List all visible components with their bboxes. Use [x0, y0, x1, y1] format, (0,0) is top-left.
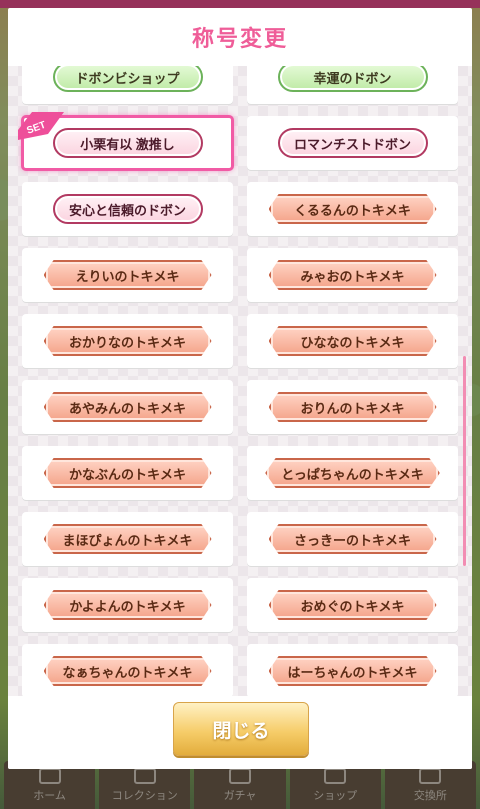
title-cell[interactable]: ドボンビショップ: [22, 66, 233, 104]
title-cell[interactable]: まほぴょんのトキメキ: [22, 512, 233, 566]
title-cell[interactable]: SET 小栗有以 激推し: [18, 112, 234, 171]
title-badge: ドボンビショップ: [52, 66, 203, 92]
title-cell[interactable]: ロマンチストドボン: [247, 116, 458, 170]
title-cell[interactable]: かなぶんのトキメキ: [22, 446, 233, 500]
title-badge: さっきーのトキメキ: [268, 524, 437, 554]
title-badge: 安心と信頼のドボン: [52, 194, 203, 224]
title-badge: おかりなのトキメキ: [43, 326, 212, 356]
title-cell[interactable]: あやみんのトキメキ: [22, 380, 233, 434]
title-cell[interactable]: かよよんのトキメキ: [22, 578, 233, 632]
title-badge: ロマンチストドボン: [277, 128, 428, 158]
title-badge: かよよんのトキメキ: [43, 590, 212, 620]
title-badge: とっぱちゃんのトキメキ: [265, 458, 440, 488]
title-cell[interactable]: なぁちゃんのトキメキ: [22, 644, 233, 696]
title-cell[interactable]: 幸運のドボン: [247, 66, 458, 104]
dialog-footer: 閉じる: [8, 696, 472, 769]
title-badge: みゃおのトキメキ: [268, 260, 437, 290]
title-cell[interactable]: 安心と信頼のドボン: [22, 182, 233, 236]
title-badge: まほぴょんのトキメキ: [43, 524, 212, 554]
dialog-title: 称号変更: [191, 26, 288, 51]
title-badge: なぁちゃんのトキメキ: [43, 656, 212, 686]
title-badge: おめぐのトキメキ: [268, 590, 437, 620]
title-badge: おりんのトキメキ: [268, 392, 437, 422]
title-list[interactable]: ドボンビショップ 幸運のドボン SET 小栗有以 激推し ロマンチストドボン安心と信頼の…: [8, 66, 472, 696]
title-change-dialog: 称号変更 ドボンビショップ 幸運のドボン SET 小栗有以 激推し ロマンチストドボン安…: [8, 8, 472, 769]
title-badge: かなぶんのトキメキ: [43, 458, 212, 488]
close-button[interactable]: 閉じる: [173, 702, 309, 756]
title-cell[interactable]: おめぐのトキメキ: [247, 578, 458, 632]
scrollbar[interactable]: [463, 356, 466, 566]
title-badge: あやみんのトキメキ: [43, 392, 212, 422]
title-cell[interactable]: はーちゃんのトキメキ: [247, 644, 458, 696]
title-badge: くるるんのトキメキ: [268, 194, 437, 224]
title-badge: 幸運のドボン: [277, 66, 428, 92]
set-badge-icon: SET: [18, 112, 64, 140]
title-badge: はーちゃんのトキメキ: [268, 656, 437, 686]
title-badge: えりいのトキメキ: [43, 260, 212, 290]
title-cell[interactable]: さっきーのトキメキ: [247, 512, 458, 566]
title-cell[interactable]: とっぱちゃんのトキメキ: [247, 446, 458, 500]
title-cell[interactable]: おかりなのトキメキ: [22, 314, 233, 368]
title-cell[interactable]: えりいのトキメキ: [22, 248, 233, 302]
title-cell[interactable]: くるるんのトキメキ: [247, 182, 458, 236]
title-cell[interactable]: ひななのトキメキ: [247, 314, 458, 368]
title-grid: ドボンビショップ 幸運のドボン SET 小栗有以 激推し ロマンチストドボン安心と信頼の…: [18, 66, 458, 696]
title-badge: 小栗有以 激推し: [52, 128, 203, 158]
title-cell[interactable]: みゃおのトキメキ: [247, 248, 458, 302]
title-cell[interactable]: おりんのトキメキ: [247, 380, 458, 434]
title-badge: ひななのトキメキ: [268, 326, 437, 356]
